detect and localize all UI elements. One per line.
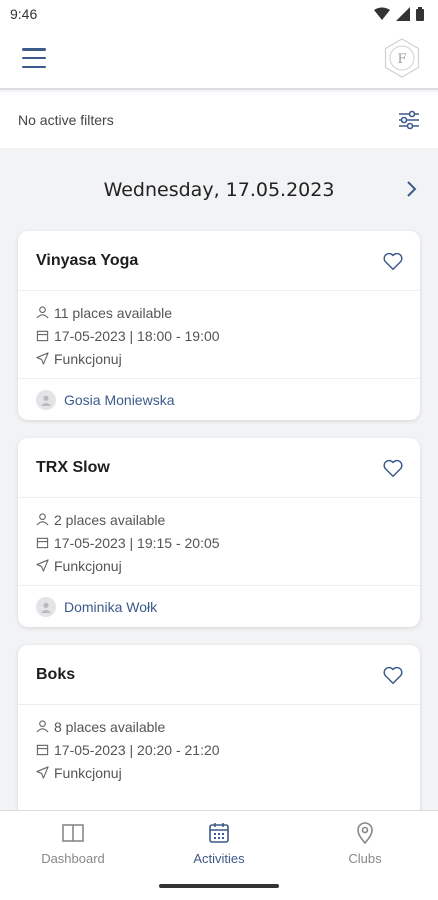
calendar-small-icon <box>36 330 49 342</box>
calendar-icon <box>209 823 229 843</box>
status-time: 9:46 <box>10 6 38 22</box>
user-icon <box>36 306 49 319</box>
places-row: 2 places available <box>36 508 402 531</box>
calendar-small-icon <box>36 537 49 549</box>
navigation-arrow-icon <box>36 766 49 779</box>
location-row: Funkcjonuj <box>36 761 402 784</box>
signal-icon <box>396 7 410 21</box>
chevron-right-icon[interactable] <box>400 178 422 200</box>
card-header: Vinyasa Yoga <box>18 231 420 291</box>
app-bar: F <box>0 28 438 90</box>
battery-icon <box>416 7 424 21</box>
class-datetime: 17-05-2023 | 19:15 - 20:05 <box>54 534 220 551</box>
nav-label: Dashboard <box>41 851 105 866</box>
datetime-row: 17-05-2023 | 19:15 - 20:05 <box>36 531 402 554</box>
nav-activities[interactable]: Activities <box>159 821 279 866</box>
nav-label: Activities <box>193 851 245 866</box>
card-details: 2 places available 17-05-2023 | 19:15 - … <box>18 498 420 585</box>
datetime-row: 17-05-2023 | 20:20 - 21:20 <box>36 738 402 761</box>
club-logo[interactable]: F <box>382 38 422 78</box>
status-icons <box>374 7 424 21</box>
navigation-arrow-icon <box>36 352 49 365</box>
avatar <box>36 389 56 410</box>
status-bar: 9:46 <box>0 0 438 28</box>
card-details: 11 places available 17-05-2023 | 18:00 -… <box>18 291 420 378</box>
places-row: 11 places available <box>36 301 402 324</box>
class-card[interactable]: TRX Slow 2 places available 17-05-2023 |… <box>18 438 420 627</box>
selected-date: Wednesday, 17.05.2023 <box>103 179 335 201</box>
places-row: 8 places available <box>36 715 402 738</box>
heart-icon[interactable] <box>382 457 404 479</box>
class-location: Funkcjonuj <box>54 350 122 367</box>
date-navigation: Wednesday, 17.05.2023 <box>0 168 438 212</box>
wifi-icon <box>374 7 390 20</box>
instructor-name[interactable]: Dominika Wołk <box>64 599 157 615</box>
instructor-row[interactable]: Dominika Wołk <box>18 585 420 627</box>
class-location: Funkcjonuj <box>54 764 122 781</box>
instructor-row[interactable]: Gosia Moniewska <box>18 378 420 420</box>
filter-status: No active filters <box>18 112 114 128</box>
class-card[interactable]: Vinyasa Yoga 11 places available 17-05-2… <box>18 231 420 420</box>
sliders-icon[interactable] <box>398 110 420 130</box>
class-location: Funkcjonuj <box>54 557 122 574</box>
card-header: Boks <box>18 645 420 705</box>
map-pin-icon <box>357 822 373 845</box>
location-row: Funkcjonuj <box>36 347 402 370</box>
location-row: Funkcjonuj <box>36 554 402 577</box>
book-icon <box>62 824 84 842</box>
class-datetime: 17-05-2023 | 18:00 - 19:00 <box>54 327 220 344</box>
heart-icon[interactable] <box>382 664 404 686</box>
home-indicator[interactable] <box>159 884 279 888</box>
card-details: 8 places available 17-05-2023 | 20:20 - … <box>18 705 420 792</box>
navigation-arrow-icon <box>36 559 49 572</box>
heart-icon[interactable] <box>382 250 404 272</box>
hamburger-icon[interactable] <box>22 48 46 68</box>
avatar <box>36 596 56 617</box>
nav-label: Clubs <box>348 851 382 866</box>
logo-letter: F <box>397 52 406 67</box>
instructor-name[interactable]: Gosia Moniewska <box>64 392 175 408</box>
places-available: 8 places available <box>54 718 166 735</box>
places-available: 11 places available <box>54 304 173 321</box>
class-title: Vinyasa Yoga <box>36 251 139 269</box>
filter-bar[interactable]: No active filters <box>0 92 438 148</box>
class-title: Boks <box>36 665 76 683</box>
nav-dashboard[interactable]: Dashboard <box>13 821 133 866</box>
class-datetime: 17-05-2023 | 20:20 - 21:20 <box>54 741 220 758</box>
user-icon <box>36 513 49 526</box>
places-available: 2 places available <box>54 511 166 528</box>
card-header: TRX Slow <box>18 438 420 498</box>
datetime-row: 17-05-2023 | 18:00 - 19:00 <box>36 324 402 347</box>
calendar-small-icon <box>36 744 49 756</box>
user-icon <box>36 720 49 733</box>
class-title: TRX Slow <box>36 458 110 476</box>
nav-clubs[interactable]: Clubs <box>305 821 425 866</box>
